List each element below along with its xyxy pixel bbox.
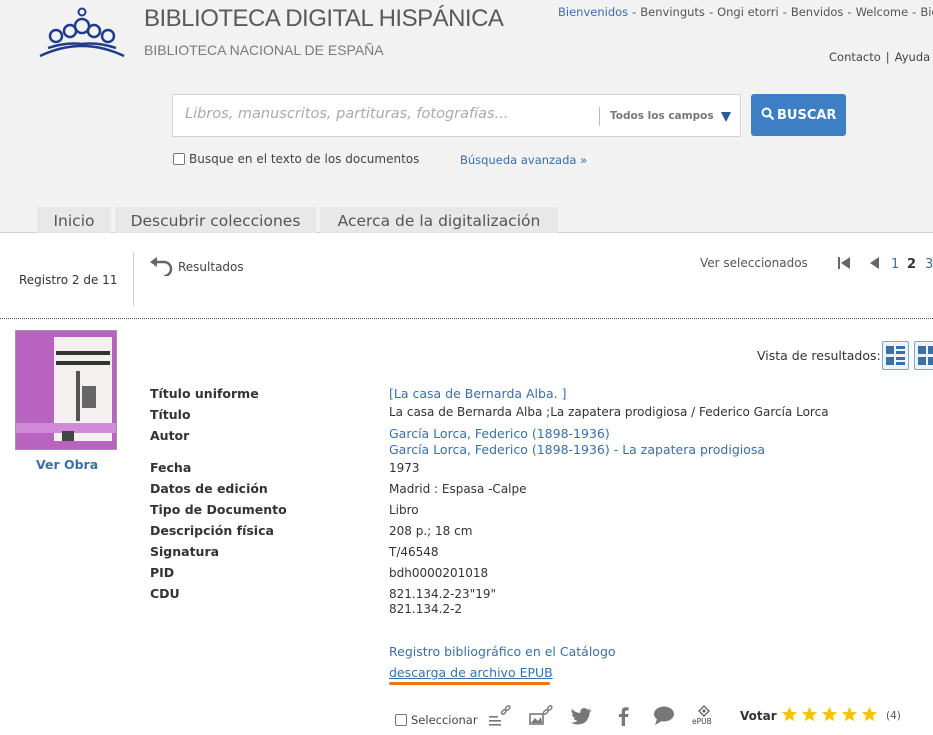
field-label-cdu: CDU xyxy=(150,586,180,601)
page-3-link[interactable]: 3 xyxy=(925,257,933,272)
epub-text: ePUB xyxy=(692,717,712,726)
top-links: Contacto|Ayuda| xyxy=(829,50,931,64)
search-button-label: BUSCAR xyxy=(777,108,837,123)
lang-ongi-etorri[interactable]: Ongi etorri xyxy=(717,5,779,19)
tab-descubrir-colecciones[interactable]: Descubrir colecciones xyxy=(115,207,316,233)
site-subtitle: BIBLIOTECA NACIONAL DE ESPAÑA xyxy=(144,42,384,58)
epub-highlight-underline xyxy=(389,682,550,685)
advanced-search-link[interactable]: Búsqueda avanzada » xyxy=(460,153,587,167)
image-link-icon[interactable] xyxy=(528,704,554,728)
search-input[interactable]: Libros, manuscritos, partituras, fotogra… xyxy=(185,106,508,122)
select-checkbox[interactable] xyxy=(395,714,407,726)
tiles-view-icon xyxy=(918,346,933,365)
vote-count: (4) xyxy=(886,710,901,722)
signatura-value: T/46548 xyxy=(389,545,439,559)
contact-link[interactable]: Contacto xyxy=(829,50,881,64)
titulo-uniforme-link[interactable]: [La casa de Bernarda Alba. ] xyxy=(389,387,566,401)
field-label-pid: PID xyxy=(150,565,175,580)
catalog-record-link[interactable]: Registro bibliográfico en el Catálogo xyxy=(389,644,616,659)
results-link[interactable]: Resultados xyxy=(178,260,244,274)
dotted-divider xyxy=(0,318,933,319)
autor-obra-link[interactable]: García Lorca, Federico (1898-1936) - La … xyxy=(389,443,765,457)
search-box: Libros, manuscritos, partituras, fotogra… xyxy=(172,94,741,137)
field-label-edicion: Datos de edición xyxy=(150,481,268,496)
search-field-select[interactable]: Todos los campos xyxy=(610,110,714,122)
pid-value: bdh0000201018 xyxy=(389,566,489,580)
prev-page-icon[interactable] xyxy=(868,257,880,269)
select-label: Seleccionar xyxy=(411,713,478,727)
page-1-link[interactable]: 1 xyxy=(891,257,899,272)
grid-view-icon xyxy=(886,346,905,365)
star-icon[interactable] xyxy=(841,706,858,723)
ver-obra-link[interactable]: Ver Obra xyxy=(36,457,98,472)
fecha-value: 1973 xyxy=(389,461,420,475)
back-arrow-icon[interactable] xyxy=(149,256,175,276)
field-label-fecha: Fecha xyxy=(150,460,192,475)
view-mode-label: Vista de resultados: xyxy=(757,348,881,363)
site-title: BIBLIOTECA DIGITAL HISPÁNICA xyxy=(144,5,504,32)
comment-icon[interactable] xyxy=(651,704,677,728)
cdu-value-2: 821.134.2-2 xyxy=(389,602,463,616)
field-label-tipo: Tipo de Documento xyxy=(150,502,287,517)
help-link[interactable]: Ayuda xyxy=(895,50,931,64)
lang-bie[interactable]: Bie xyxy=(920,5,933,19)
book-cover-thumbnail[interactable] xyxy=(15,330,117,450)
edicion-value: Madrid : Espasa -Calpe xyxy=(389,482,527,496)
field-label-signatura: Signatura xyxy=(150,544,220,559)
tiles-view-button[interactable] xyxy=(914,341,933,370)
vote-label: Votar xyxy=(740,709,777,723)
lang-welcome[interactable]: Welcome xyxy=(856,5,909,19)
search-divider xyxy=(599,107,600,126)
twitter-icon[interactable] xyxy=(569,704,595,728)
search-icon xyxy=(761,107,775,121)
tab-acerca-digitalizacion[interactable]: Acerca de la digitalización xyxy=(320,207,558,233)
tab-inicio[interactable]: Inicio xyxy=(37,207,111,233)
page-2-current: 2 xyxy=(907,257,917,272)
list-link-icon[interactable] xyxy=(487,704,513,728)
first-page-icon[interactable] xyxy=(838,257,852,269)
titulo-value: La casa de Bernarda Alba ;La zapatera pr… xyxy=(389,405,829,419)
descripcion-value: 208 p.; 18 cm xyxy=(389,524,473,538)
language-selector: Bienvenidos - Benvinguts - Ongi etorri - Benvi… xyxy=(558,5,933,19)
field-label-descripcion: Descripción física xyxy=(150,523,274,538)
star-icon[interactable] xyxy=(861,706,878,723)
nav-divider xyxy=(133,252,134,306)
star-icon[interactable] xyxy=(801,706,818,723)
cdu-value-1: 821.134.2-23"19" xyxy=(389,587,496,601)
book-cover-image xyxy=(16,331,116,449)
grid-view-button[interactable] xyxy=(882,341,909,370)
record-count: Registro 2 de 11 xyxy=(19,273,118,287)
lang-benvidos[interactable]: Benvidos xyxy=(791,5,844,19)
epub-icon[interactable]: ePUB xyxy=(691,704,717,728)
field-label-titulo: Título xyxy=(150,407,191,422)
autor-link[interactable]: García Lorca, Federico (1898-1936) xyxy=(389,427,610,441)
crown-logo-icon[interactable] xyxy=(36,6,128,62)
view-selected-link[interactable]: Ver seleccionados xyxy=(700,256,808,270)
tipo-value: Libro xyxy=(389,503,419,517)
fulltext-checkbox[interactable] xyxy=(173,153,185,165)
star-icon[interactable] xyxy=(781,706,798,723)
lang-benvinguts[interactable]: Benvinguts xyxy=(640,5,705,19)
fulltext-label: Busque en el texto de los documentos xyxy=(189,152,420,166)
star-icon[interactable] xyxy=(821,706,838,723)
site-header: BIBLIOTECA DIGITAL HISPÁNICA BIBLIOTECA … xyxy=(0,0,933,233)
field-label-titulo-uniforme: Título uniforme xyxy=(150,386,259,401)
caret-down-icon[interactable] xyxy=(721,112,731,122)
facebook-icon[interactable] xyxy=(611,704,637,728)
field-label-autor: Autor xyxy=(150,428,190,443)
lang-bienvenidos[interactable]: Bienvenidos xyxy=(558,5,628,19)
search-button[interactable]: BUSCAR xyxy=(751,94,846,136)
epub-download-link[interactable]: descarga de archivo EPUB xyxy=(389,665,553,680)
